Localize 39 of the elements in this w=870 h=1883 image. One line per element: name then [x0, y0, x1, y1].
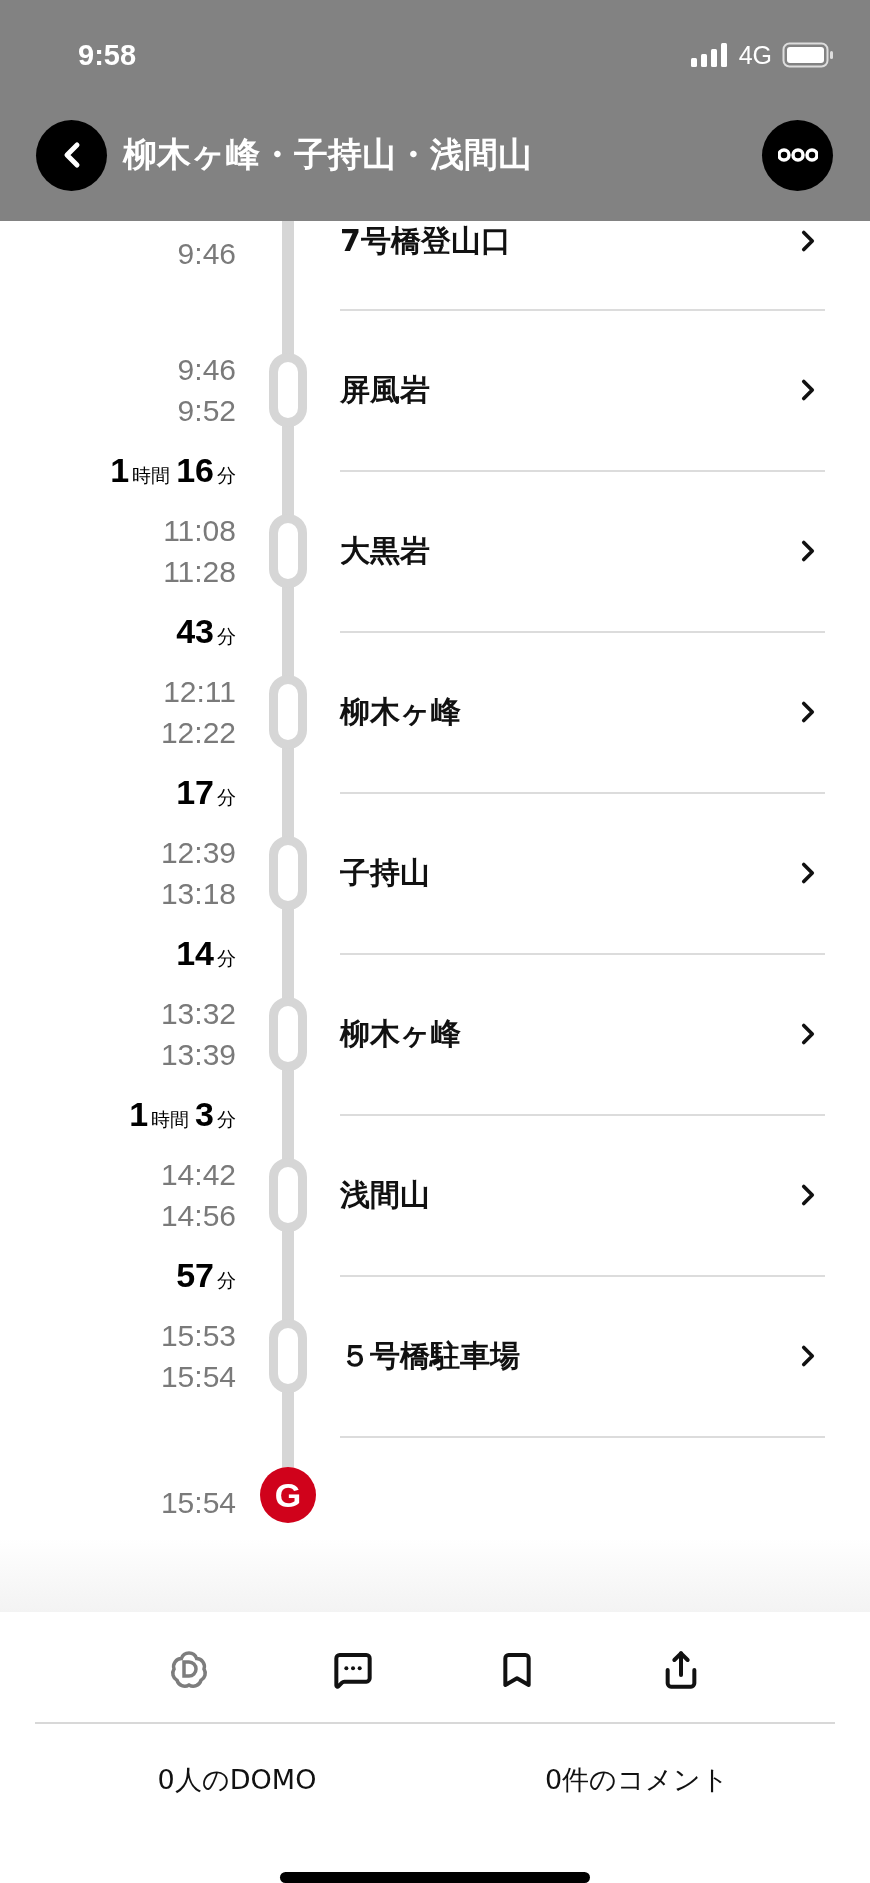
- time-text: 14:42: [160, 1157, 236, 1193]
- stop-item[interactable]: 屏風岩: [340, 325, 825, 455]
- time-text: 12:39: [160, 835, 236, 871]
- time-text: 11:28: [163, 554, 236, 590]
- stop-item[interactable]: 浅間山: [340, 1130, 825, 1260]
- page-title: 柳木ヶ峰・子持山・浅間山: [123, 133, 533, 176]
- battery-icon: [782, 42, 834, 68]
- goal-badge: G: [260, 1467, 316, 1523]
- time-text: 15:53: [160, 1318, 236, 1354]
- stop-item[interactable]: 柳木ヶ峰: [340, 969, 825, 1099]
- duration-text: 57 分: [175, 1260, 236, 1291]
- duration-text: 1 時間 3 分: [128, 1099, 236, 1130]
- stop-item[interactable]: 大黒岩: [340, 486, 825, 616]
- status-time: 9:58: [78, 38, 137, 72]
- time-text: 13:32: [160, 996, 236, 1032]
- time-text: 13:39: [160, 1037, 236, 1073]
- stop-item[interactable]: ５号橋駐車場: [340, 1291, 825, 1421]
- stop-item[interactable]: 柳木ヶ峰: [340, 647, 825, 777]
- time-text: 11:08: [163, 513, 236, 549]
- time-text: 9:46: [177, 236, 236, 272]
- stop-item[interactable]: 子持山: [340, 808, 825, 938]
- network-label: 4G: [738, 40, 772, 70]
- time-text: 9:52: [177, 393, 236, 429]
- time-text: 12:22: [160, 715, 236, 751]
- comment-count[interactable]: 0件のコメント: [544, 1762, 730, 1798]
- time-text: 15:54: [160, 1485, 236, 1521]
- time-text: 12:11: [163, 674, 236, 710]
- time-text: 15:54: [160, 1359, 236, 1395]
- domo-count[interactable]: 0人のDOMO: [157, 1762, 317, 1798]
- duration-text: 43 分: [175, 616, 236, 647]
- duration-text: 14分: [175, 938, 236, 969]
- duration-text: 17 分: [175, 777, 236, 808]
- signal-icon: [690, 43, 729, 67]
- time-text: 13:18: [160, 876, 236, 912]
- time-text: 9:46: [177, 352, 236, 388]
- duration-text: 1 時間 16 分: [109, 455, 236, 486]
- time-text: 14:56: [160, 1198, 236, 1234]
- stop-item[interactable]: 7号橋登山口: [340, 221, 825, 261]
- more-icon: [777, 148, 818, 162]
